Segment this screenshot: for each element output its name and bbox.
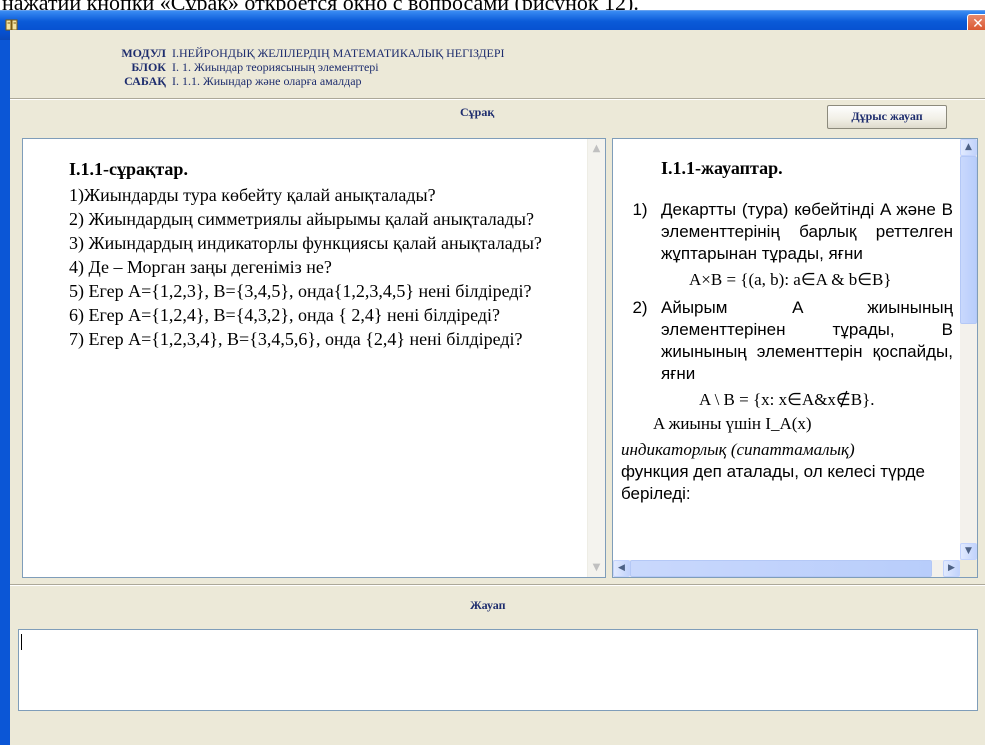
questions-heading: І.1.1-сұрақтар.	[69, 159, 188, 179]
answer-2-number: 2)	[632, 298, 648, 317]
answers-heading: І.1.1-жауаптар.	[661, 158, 783, 178]
question-7: 7) Егер A={1,2,3,4}, B={3,4,5,6}, онда {…	[69, 329, 523, 349]
answer-1-text: Декартты (тура) көбейтінді A және B элем…	[661, 200, 953, 263]
answer-3-indicator: индикаторлық (сипаттамалық)	[621, 440, 855, 459]
sabak-key: САБАҚ	[124, 74, 166, 88]
scroll-thumb[interactable]	[960, 156, 977, 324]
answer-1-number: 1)	[632, 200, 648, 219]
question-6: 6) Егер A={1,2,4}, B={4,3,2}, онда { 2,4…	[69, 305, 501, 325]
questions-text: І.1.1-сұрақтар. 1)Жиындарды тура көбейту…	[31, 157, 579, 351]
questions-scrollbar[interactable]: ▲ ▼	[587, 139, 605, 577]
answer-title: Жауап	[470, 598, 506, 612]
sabak-value: І. 1.1. Жиындар және оларға амалдар	[172, 74, 362, 88]
scroll-right-icon[interactable]: ▶	[943, 560, 960, 577]
scroll-thumb-horizontal[interactable]	[630, 560, 932, 577]
course-header: МОДУЛ І.НЕЙРОНДЫҚ ЖЕЛІЛЕРДІҢ МАТЕМАТИКАЛ…	[10, 30, 985, 88]
window-left-border	[0, 40, 10, 745]
modul-key: МОДУЛ	[121, 46, 166, 60]
scroll-up-icon[interactable]: ▲	[589, 141, 604, 156]
question-3: 3) Жиындардың индикаторлы функциясы қала…	[69, 233, 542, 253]
questions-panel[interactable]: І.1.1-сұрақтар. 1)Жиындарды тура көбейту…	[22, 138, 606, 578]
scroll-left-icon[interactable]: ◀	[613, 560, 630, 577]
answer-2-text: Айырым A жиынының элементтерінен тұрады,…	[661, 298, 953, 383]
answer-2-formula: A \ B = {x: x∈A&x∉B}.	[699, 390, 875, 409]
answer-1-formula: A×B = {(a, b): a∈A & b∈B}	[689, 270, 892, 289]
answers-panel[interactable]: І.1.1-жауаптар. 1) Декартты (тура) көбей…	[612, 138, 978, 578]
scroll-down-icon[interactable]: ▼	[589, 560, 604, 575]
header-separator	[10, 98, 985, 100]
question-4: 4) Де – Морган заңы дегеніміз не?	[69, 257, 332, 277]
scroll-up-icon[interactable]: ▲	[960, 139, 977, 156]
answers-vertical-scrollbar[interactable]: ▲ ▼	[960, 139, 977, 560]
question-5: 5) Егер A={1,2,3}, B={3,4,5}, онда{1,2,3…	[69, 281, 532, 301]
blok-key: БЛОК	[131, 60, 166, 74]
answer-input[interactable]	[18, 629, 978, 711]
header-blok-row: БЛОК І. 1. Жиындар теориясының элементте…	[131, 60, 379, 74]
modul-value: І.НЕЙРОНДЫҚ ЖЕЛІЛЕРДІҢ МАТЕМАТИКАЛЫҚ НЕГ…	[172, 46, 505, 60]
answer-item-1: 1) Декартты (тура) көбейтінді A және B э…	[621, 199, 953, 265]
answers-horizontal-scrollbar[interactable]: ◀ ▶	[613, 560, 960, 577]
question-1: 1)Жиындарды тура көбейту қалай анықталад…	[69, 185, 436, 205]
answer-3-line: A жиыны үшін I_A(x)	[653, 414, 812, 433]
answer-3-text: функция деп аталады, ол келесі түрде бер…	[621, 462, 926, 503]
text-caret	[21, 634, 22, 650]
question-title: Сұрақ	[460, 105, 495, 119]
header-modul-row: МОДУЛ І.НЕЙРОНДЫҚ ЖЕЛІЛЕРДІҢ МАТЕМАТИКАЛ…	[121, 46, 505, 60]
blok-value: І. 1. Жиындар теориясының элементтері	[172, 60, 379, 74]
scrollbar-corner	[960, 560, 977, 577]
correct-answer-button[interactable]: Дұрыс жауап	[827, 105, 947, 129]
scroll-down-icon[interactable]: ▼	[960, 543, 977, 560]
answer-separator	[10, 584, 985, 586]
answer-item-2: 2) Айырым A жиынының элементтерінен тұра…	[621, 297, 953, 385]
answers-text: І.1.1-жауаптар. 1) Декартты (тура) көбей…	[621, 157, 953, 505]
header-sabak-row: САБАҚ І. 1.1. Жиындар және оларға амалда…	[124, 74, 362, 88]
question-2: 2) Жиындардың симметриялы айырымы қалай …	[69, 209, 534, 229]
